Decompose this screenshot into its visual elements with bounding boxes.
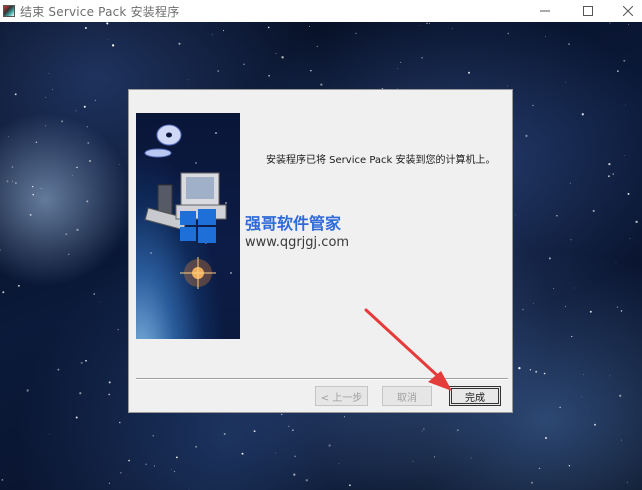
computer-illustration [144,124,232,289]
maximize-button[interactable] [568,0,608,22]
cancel-button[interactable]: 取消 [382,386,432,406]
setup-icon [3,5,15,17]
watermark-name: 强哥软件管家 [245,214,342,233]
watermark-url: www.qgrjgj.com [245,235,350,250]
title-bar: 结束 Service Pack 安装程序 [0,0,642,22]
setup-dialog: 安装程序已将 Service Pack 安装到您的计算机上。 强哥软件管家 ww… [128,89,513,413]
back-button[interactable]: < 上一步 [315,386,368,406]
close-button[interactable] [608,0,642,22]
setup-side-image [136,113,240,339]
minimize-icon [540,10,550,12]
finish-button[interactable]: 完成 [449,386,501,406]
maximize-icon [583,6,593,16]
minimize-button[interactable] [525,0,565,22]
completion-message: 安装程序已将 Service Pack 安装到您的计算机上。 [266,155,496,166]
window-title: 结束 Service Pack 安装程序 [20,4,180,19]
separator [136,378,508,380]
close-icon [623,6,633,16]
